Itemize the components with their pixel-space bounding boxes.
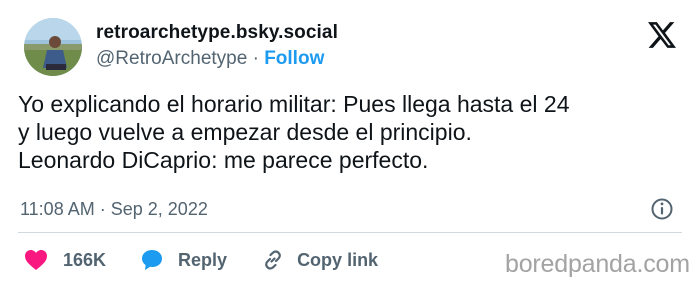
copy-link-label: Copy link (297, 249, 379, 270)
author-display-name[interactable]: retroarchetype.bsky.social (96, 22, 338, 44)
like-button[interactable]: 166K (24, 249, 140, 271)
author-handle-row: @RetroArchetype · Follow (96, 48, 324, 70)
watermark: boredpanda.com (505, 250, 690, 278)
speech-bubble-icon (142, 250, 163, 270)
avatar-photo (24, 18, 82, 76)
like-count: 166K (63, 249, 107, 270)
copy-link-button[interactable]: Copy link (261, 248, 378, 272)
handle-separator: · (252, 48, 259, 69)
reply-button[interactable]: Reply (140, 248, 261, 272)
reply-label: Reply (178, 249, 228, 270)
avatar[interactable] (24, 18, 82, 76)
timestamp-separator: · (99, 199, 106, 219)
action-bar: 166K Reply Copy link (24, 247, 378, 273)
tweet-line: Leonardo DiCaprio: me parece perfecto. (18, 147, 429, 173)
tweet-timestamp[interactable]: 11:08 AM · Sep 2, 2022 (20, 199, 208, 220)
tweet-date: Sep 2, 2022 (110, 199, 208, 219)
tweet-line: y luego vuelve a empezar desde el princi… (18, 119, 472, 145)
x-logo-icon[interactable] (648, 22, 676, 48)
info-icon[interactable] (650, 197, 674, 221)
tweet-text: Yo explicando el horario militar: Pues l… (18, 90, 688, 174)
follow-button[interactable]: Follow (264, 48, 324, 69)
divider (18, 232, 682, 233)
author-handle[interactable]: @RetroArchetype (96, 48, 247, 69)
tweet-line: Yo explicando el horario militar: Pues l… (18, 91, 570, 117)
link-icon (265, 250, 281, 270)
heart-icon (25, 250, 47, 270)
tweet-time: 11:08 AM (20, 199, 95, 219)
